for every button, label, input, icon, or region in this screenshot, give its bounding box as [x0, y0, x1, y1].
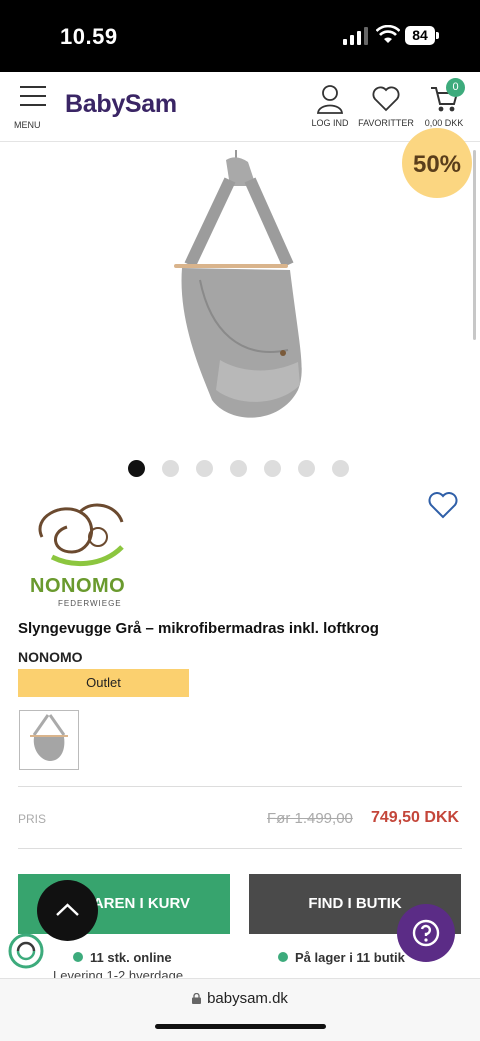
online-stock: 11 stk. online	[73, 950, 172, 965]
menu-button[interactable]	[18, 86, 48, 113]
url-display[interactable]: babysam.dk	[0, 990, 480, 1007]
price-label: PRIS	[18, 812, 47, 826]
scroll-to-top-button[interactable]	[37, 880, 98, 941]
favorites-label: FAVORITTER	[358, 118, 414, 128]
gallery-dot[interactable]	[264, 460, 281, 477]
wifi-icon	[376, 25, 400, 43]
divider	[18, 848, 462, 849]
login-button[interactable]: LOG IND	[309, 84, 351, 128]
site-logo[interactable]: BabySam	[65, 90, 177, 119]
product-title: Slyngevugge Grå – mikrofibermadras inkl.…	[18, 620, 379, 637]
menu-label: MENU	[14, 120, 41, 130]
status-dot-icon	[278, 952, 288, 962]
gallery-dot[interactable]	[230, 460, 247, 477]
old-price: Før 1.499,00	[267, 810, 353, 827]
product-image[interactable]	[160, 150, 320, 430]
battery-tip	[436, 32, 439, 39]
brand-logo-subtext: FEDERWIEGE	[58, 599, 122, 608]
chevron-up-icon	[56, 903, 79, 916]
signal-icon	[343, 27, 368, 45]
outlet-badge: Outlet	[18, 669, 189, 697]
help-button[interactable]	[397, 904, 455, 962]
online-stock-text: 11 stk. online	[90, 950, 172, 965]
status-time: 10.59	[60, 24, 118, 49]
current-price: 749,50 DKK	[371, 809, 460, 826]
site-header: MENU BabySam LOG IND FAVORITTER 0,00 DKK	[0, 72, 480, 142]
home-indicator[interactable]	[155, 1024, 326, 1029]
thumbnail-image	[30, 714, 68, 761]
user-icon	[317, 85, 343, 114]
gallery-dot[interactable]	[196, 460, 213, 477]
cart-total: 0,00 DKK	[424, 118, 464, 128]
gallery-dot[interactable]	[162, 460, 179, 477]
menu-icon	[20, 86, 46, 88]
store-stock[interactable]: På lager i 11 butik	[278, 950, 405, 965]
menu-icon-bar	[20, 104, 46, 106]
gallery-dot[interactable]	[332, 460, 349, 477]
product-brand[interactable]: NONOMO	[18, 649, 83, 665]
status-bar: 10.59 84	[0, 0, 480, 72]
heart-icon	[372, 86, 400, 112]
gallery-dot[interactable]	[298, 460, 315, 477]
product-thumbnail[interactable]	[19, 710, 79, 770]
status-dot-icon	[73, 952, 83, 962]
recycle-icon[interactable]	[8, 933, 44, 969]
store-stock-text: På lager i 11 butik	[295, 950, 405, 965]
brand-logo-text: NONOMO	[30, 575, 126, 597]
divider	[18, 786, 462, 787]
heart-icon[interactable]	[428, 492, 458, 520]
lock-icon	[192, 993, 202, 1004]
cart-count-badge: 0	[446, 78, 465, 97]
question-icon	[412, 919, 440, 947]
discount-badge: 50%	[402, 128, 472, 198]
favorites-button[interactable]: FAVORITTER	[357, 84, 415, 128]
menu-icon-bar	[20, 95, 46, 97]
gallery-dot[interactable]	[128, 460, 145, 477]
scrollbar[interactable]	[473, 150, 476, 340]
url-text: babysam.dk	[207, 990, 288, 1007]
battery-indicator: 84	[405, 26, 435, 45]
browser-address-bar[interactable]	[0, 978, 480, 1041]
login-label: LOG IND	[311, 118, 349, 128]
